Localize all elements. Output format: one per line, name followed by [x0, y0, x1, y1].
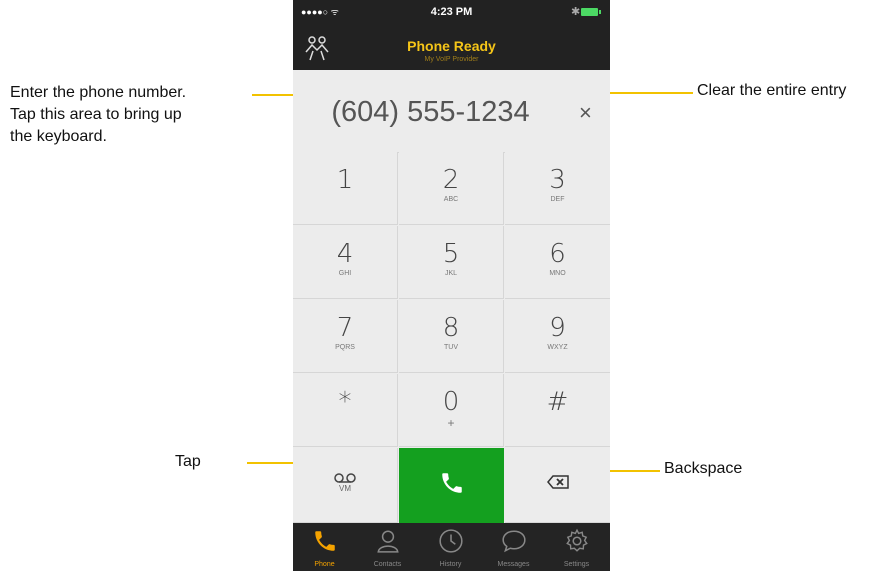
- callout-tap: Tap: [175, 453, 201, 470]
- key-0[interactable]: 0 +: [399, 374, 504, 447]
- app-bar: Phone Ready My VoIP Provider: [293, 26, 610, 70]
- gear-icon: [566, 528, 588, 552]
- phone-number-display[interactable]: (604) 555-1234: [293, 96, 568, 129]
- callout-enter-number-line-3: the keyboard.: [10, 128, 107, 145]
- backspace-button[interactable]: [505, 448, 610, 523]
- phone-icon: [315, 531, 335, 551]
- keypad: 1 2 ABC 3 DEF 4 GHI 5 JKL 6 MNO 7 PQRS 8…: [293, 152, 610, 523]
- key-digit: 8: [442, 313, 460, 343]
- callout-backspace: Backspace: [664, 460, 743, 477]
- callout-enter-number-line-2: Tap this area to bring up: [10, 106, 182, 123]
- key-digit: 1: [336, 165, 354, 195]
- phone-number-field[interactable]: (604) 555-1234 ×: [293, 70, 610, 153]
- tab-label: Messages: [497, 561, 530, 568]
- tab-label: Phone: [314, 561, 335, 568]
- key-4[interactable]: 4 GHI: [293, 226, 398, 299]
- backspace-icon: [546, 475, 569, 489]
- key-9[interactable]: 9 WXYZ: [505, 300, 610, 373]
- tab-label: Contacts: [373, 561, 402, 568]
- tab-bar: Phone Contacts History Messages Settings: [293, 523, 610, 571]
- key-7[interactable]: 7 PQRS: [293, 300, 398, 373]
- key-letters: GHI: [338, 270, 352, 277]
- tab-messages[interactable]: Messages: [482, 523, 545, 571]
- key-2[interactable]: 2 ABC: [399, 152, 504, 225]
- tab-history[interactable]: History: [419, 523, 482, 571]
- key-letters: MNO: [549, 270, 566, 277]
- key-letters: WXYZ: [547, 344, 568, 351]
- battery-tip: [599, 10, 601, 14]
- tab-label: History: [439, 561, 462, 568]
- key-digit: 4: [336, 239, 354, 269]
- key-digit: *: [338, 387, 352, 417]
- key-1[interactable]: 1: [293, 152, 398, 225]
- chat-bubble-icon: [502, 530, 526, 553]
- key-digit: 7: [336, 313, 354, 343]
- bluetooth-icon: ✱: [571, 6, 581, 18]
- key-letters: DEF: [550, 196, 565, 203]
- key-letters: TUV: [444, 344, 458, 351]
- voicemail-button[interactable]: VM: [293, 448, 398, 523]
- key-digit: 5: [442, 239, 460, 269]
- key-letters: PQRS: [335, 344, 355, 351]
- tab-phone[interactable]: Phone: [293, 523, 356, 571]
- clock-icon: [439, 529, 463, 553]
- key-letters: ABC: [443, 196, 459, 203]
- app-title: Phone Ready: [407, 38, 496, 54]
- callout-enter-number-line-1: Enter the phone number.: [10, 84, 187, 101]
- key-digit: 6: [549, 239, 566, 269]
- tab-settings[interactable]: Settings: [545, 523, 608, 571]
- key-letters: +: [447, 416, 455, 430]
- key-digit: #: [546, 387, 569, 417]
- tab-label: Settings: [563, 561, 590, 568]
- key-letters: JKL: [444, 270, 458, 277]
- callout-clear-entry: Clear the entire entry: [697, 82, 847, 99]
- contacts-icon: [377, 530, 399, 553]
- callout-line-clear: [601, 92, 693, 94]
- voicemail-icon: [334, 473, 356, 483]
- voicemail-label: VM: [339, 484, 351, 493]
- phone-screen: ●●●●○ ᯤ 4:23 PM ✱ Phone Ready My VoIP Pr…: [293, 0, 610, 571]
- key-3[interactable]: 3 DEF: [505, 152, 610, 225]
- key-digit: 9: [549, 313, 566, 343]
- call-button[interactable]: [399, 448, 504, 523]
- key-digit: 0: [442, 387, 460, 417]
- phone-icon: [441, 473, 462, 493]
- key-hash[interactable]: #: [505, 374, 610, 447]
- battery-icon: [581, 8, 598, 16]
- key-digit: 3: [549, 165, 566, 195]
- key-6[interactable]: 6 MNO: [505, 226, 610, 299]
- status-bar: ●●●●○ ᯤ 4:23 PM ✱: [293, 0, 610, 26]
- key-digit: 2: [442, 165, 460, 195]
- key-8[interactable]: 8 TUV: [399, 300, 504, 373]
- key-star[interactable]: *: [293, 374, 398, 447]
- callout-enter-number: Enter the phone number. Tap this area to…: [10, 82, 186, 148]
- key-5[interactable]: 5 JKL: [399, 226, 504, 299]
- tab-contacts[interactable]: Contacts: [356, 523, 419, 571]
- status-time: 4:23 PM: [430, 6, 473, 18]
- clear-entry-button[interactable]: ×: [579, 100, 592, 126]
- app-subtitle: My VoIP Provider: [424, 56, 479, 63]
